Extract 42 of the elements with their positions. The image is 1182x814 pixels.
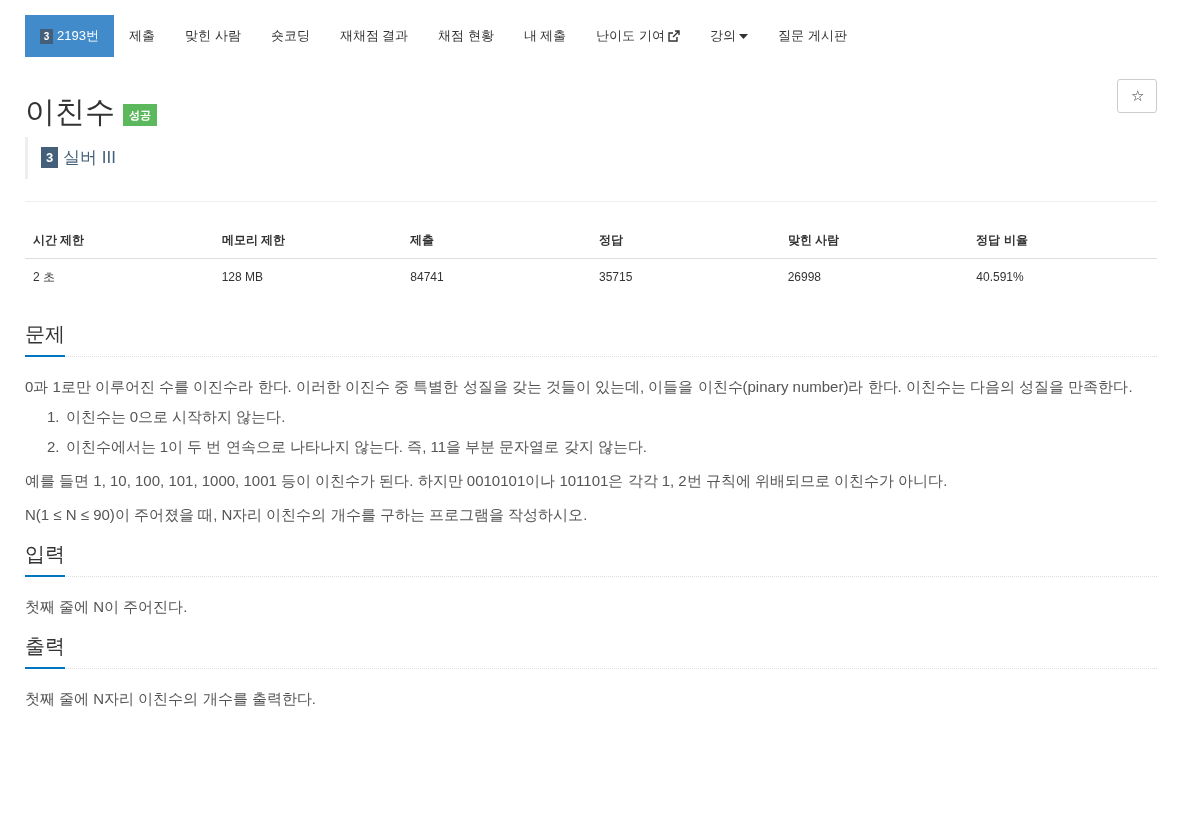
- column-header: 맞힌 사람: [779, 221, 969, 258]
- status-badge: 성공: [123, 103, 157, 127]
- section-heading: 입력: [25, 538, 65, 577]
- tier-label: 실버 III: [63, 147, 116, 169]
- favorite-button[interactable]: ☆: [1117, 79, 1157, 113]
- nav-tab[interactable]: 채점 현황: [423, 15, 509, 57]
- section-heading: 출력: [25, 630, 65, 669]
- column-header: 정답: [590, 221, 780, 258]
- table-cell: 35715: [590, 258, 780, 295]
- column-header: 정답 비율: [968, 221, 1157, 258]
- table-cell: 2 초: [25, 258, 214, 295]
- nav-tab[interactable]: 재채점 결과: [324, 15, 424, 57]
- paragraph: 첫째 줄에 N자리 이친수의 개수를 출력한다.: [25, 688, 317, 709]
- nav-tab[interactable]: 제출: [113, 15, 170, 57]
- list-item: 이친수는 0으로 시작하지 않는다.: [65, 406, 286, 427]
- nav-tab[interactable]: 난이도 기여: [581, 15, 696, 57]
- table-cell: 40.591%: [968, 258, 1157, 295]
- column-header: 시간 제한: [25, 221, 214, 258]
- paragraph: 첫째 줄에 N이 주어진다.: [25, 596, 189, 617]
- column-header: 메모리 제한: [213, 221, 403, 258]
- paragraph: 예를 들면 1, 10, 100, 101, 1000, 1001 등이 이친수가 된다. 하지만 0010101이나 101101은 각각 1, 2번 규칙에 위배되므로 이친수가 아니다.: [25, 470, 949, 491]
- paragraph: 0과 1로만 이루어진 수를 이진수라 한다. 이러한 이진수 중 특별한 성질을 갖는 것들이 있는데, 이들을 이친수(pinary number)라 한다. 이친수는 다음의 성질을 만족한다.: [25, 376, 1134, 397]
- tier-icon: 3: [41, 147, 58, 169]
- problem-title: 이친수: [25, 97, 115, 127]
- table-cell: 26998: [779, 258, 969, 295]
- external-link-icon: [668, 30, 681, 42]
- nav-tab[interactable]: 숏코딩: [255, 15, 325, 57]
- nav-tab[interactable]: 3 2193번: [25, 15, 114, 57]
- section-heading: 문제: [25, 318, 65, 357]
- nav-tab[interactable]: 질문 게시판: [763, 15, 862, 57]
- nav-tab[interactable]: 강의: [695, 15, 764, 57]
- column-header: 제출: [402, 221, 591, 258]
- list-item: 이친수에서는 1이 두 번 연속으로 나타나지 않는다. 즉, 11을 부분 문자열로 갖지 않는다.: [65, 436, 647, 457]
- tier-icon: 3: [40, 28, 53, 44]
- paragraph: N(1 ≤ N ≤ 90)이 주어졌을 때, N자리 이친수의 개수를 구하는 프로그램을 작성하시오.: [25, 504, 589, 525]
- list-number: 2.: [47, 436, 60, 457]
- table-cell: 128 MB: [213, 258, 403, 295]
- list-number: 1.: [47, 406, 60, 427]
- caret-icon: [739, 33, 749, 39]
- nav-tab[interactable]: 맞힌 사람: [169, 15, 256, 57]
- table-cell: 84741: [402, 258, 591, 295]
- nav-tab[interactable]: 내 제출: [508, 15, 582, 57]
